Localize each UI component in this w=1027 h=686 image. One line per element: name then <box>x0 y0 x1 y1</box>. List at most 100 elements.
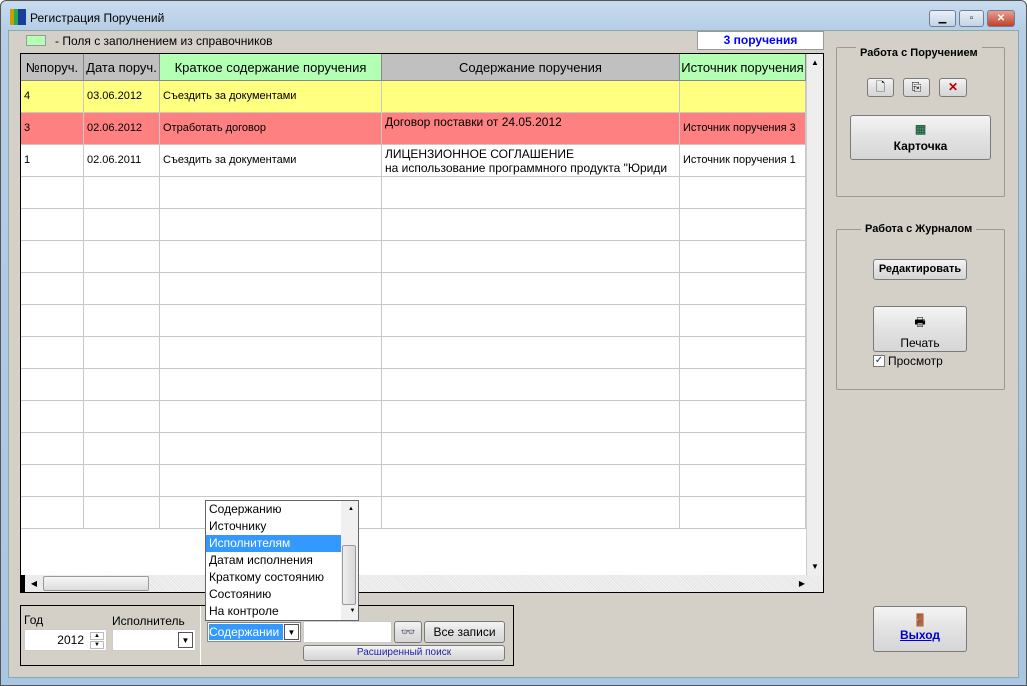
cell-source[interactable] <box>680 209 806 241</box>
cell-date[interactable] <box>84 273 160 305</box>
copy-button[interactable]: ⎘ <box>903 78 930 97</box>
vertical-scrollbar[interactable]: ▲ ▼ <box>806 54 823 575</box>
cell-content[interactable] <box>382 401 680 433</box>
cell-content[interactable]: ЛИЦЕНЗИОННОЕ СОГЛАШЕНИЕ на использование … <box>382 145 680 177</box>
search-field-combobox[interactable]: Содержании ▼ <box>207 622 301 642</box>
dropdown-option[interactable]: Датам исполнения <box>206 552 341 569</box>
cell-date[interactable] <box>84 401 160 433</box>
cell-num[interactable] <box>21 369 84 401</box>
scroll-down-icon[interactable]: ▼ <box>807 558 823 575</box>
scroll-up-icon[interactable]: ▲ <box>344 501 358 518</box>
cell-source[interactable] <box>680 497 806 529</box>
delete-button[interactable]: ✕ <box>939 78 967 97</box>
close-button[interactable]: ✕ <box>987 10 1015 27</box>
dropdown-option[interactable]: Источнику <box>206 518 341 535</box>
cell-content[interactable] <box>382 497 680 529</box>
col-header-source[interactable]: Источник поручения <box>680 54 806 81</box>
chevron-down-icon[interactable]: ▼ <box>178 632 193 648</box>
cell-date[interactable] <box>84 177 160 209</box>
advanced-search-button[interactable]: Расширенный поиск <box>303 645 505 661</box>
exit-button[interactable]: 🚪 Выход <box>873 606 967 652</box>
minimize-button[interactable]: ▁ <box>929 10 956 27</box>
cell-source[interactable] <box>680 465 806 497</box>
cell-short[interactable] <box>160 241 382 273</box>
horizontal-scroll-thumb[interactable] <box>43 576 149 591</box>
cell-date[interactable] <box>84 209 160 241</box>
new-document-button[interactable]: 🗋 <box>867 78 894 97</box>
dropdown-option[interactable]: Содержанию <box>206 501 341 518</box>
cell-short[interactable]: Съездить за документами <box>160 81 382 113</box>
cell-num[interactable] <box>21 337 84 369</box>
scroll-right-icon[interactable]: ▶ <box>795 576 809 591</box>
cell-date[interactable] <box>84 465 160 497</box>
cell-num[interactable] <box>21 209 84 241</box>
cell-date[interactable] <box>84 337 160 369</box>
cell-source[interactable] <box>680 241 806 273</box>
cell-source[interactable]: Источник поручения 1 <box>680 145 806 177</box>
cell-num[interactable]: 1 <box>21 145 84 177</box>
cell-num[interactable] <box>21 241 84 273</box>
cell-date[interactable] <box>84 433 160 465</box>
spin-up-icon[interactable]: ▲ <box>90 632 104 640</box>
cell-content[interactable] <box>382 369 680 401</box>
dropdown-option[interactable]: Состоянию <box>206 586 341 603</box>
cell-date[interactable] <box>84 305 160 337</box>
dropdown-scrollbar[interactable]: ▲ ▼ <box>341 501 358 620</box>
cell-content[interactable] <box>382 337 680 369</box>
col-header-date[interactable]: Дата поруч. <box>84 54 160 81</box>
cell-date[interactable] <box>84 497 160 529</box>
cell-short[interactable] <box>160 177 382 209</box>
dropdown-option[interactable]: Исполнителям <box>206 535 341 552</box>
cell-short[interactable] <box>160 369 382 401</box>
cell-content[interactable] <box>382 273 680 305</box>
col-header-number[interactable]: №поруч. <box>21 54 84 81</box>
scroll-left-icon[interactable]: ◀ <box>27 576 41 591</box>
search-input[interactable] <box>303 621 392 643</box>
cell-date[interactable]: 02.06.2011 <box>84 145 160 177</box>
cell-num[interactable]: 4 <box>21 81 84 113</box>
cell-content[interactable] <box>382 433 680 465</box>
maximize-button[interactable]: ▫ <box>959 10 984 27</box>
cell-content[interactable]: Договор поставки от 24.05.2012 <box>382 113 680 145</box>
executor-combobox[interactable]: ▼ <box>112 629 196 651</box>
cell-num[interactable] <box>21 465 84 497</box>
horizontal-scrollbar[interactable]: ◀ ▶ <box>21 575 823 592</box>
preview-checkbox[interactable]: ✓ <box>873 355 885 367</box>
cell-short[interactable] <box>160 433 382 465</box>
cell-content[interactable] <box>382 241 680 273</box>
cell-date[interactable] <box>84 241 160 273</box>
cell-date[interactable]: 03.06.2012 <box>84 81 160 113</box>
cell-short[interactable] <box>160 465 382 497</box>
cell-source[interactable]: Источник поручения 3 <box>680 113 806 145</box>
cell-content[interactable] <box>382 465 680 497</box>
cell-short[interactable] <box>160 401 382 433</box>
dropdown-option[interactable]: Краткому состоянию <box>206 569 341 586</box>
cell-content[interactable] <box>382 81 680 113</box>
cell-short[interactable]: Съездить за документами <box>160 145 382 177</box>
cell-source[interactable] <box>680 337 806 369</box>
cell-num[interactable] <box>21 401 84 433</box>
cell-short[interactable] <box>160 209 382 241</box>
all-records-button[interactable]: Все записи <box>424 621 505 643</box>
card-button[interactable]: ▦ Карточка <box>850 115 991 160</box>
cell-source[interactable] <box>680 369 806 401</box>
cell-short[interactable] <box>160 305 382 337</box>
chevron-down-icon[interactable]: ▼ <box>284 624 299 640</box>
year-spinner[interactable]: 2012 ▲ ▼ <box>24 629 107 651</box>
cell-source[interactable] <box>680 273 806 305</box>
cell-short[interactable] <box>160 337 382 369</box>
find-button[interactable]: 👓 <box>394 621 422 643</box>
cell-source[interactable] <box>680 401 806 433</box>
print-button[interactable]: 🖶 Печать <box>873 306 967 352</box>
cell-date[interactable]: 02.06.2012 <box>84 113 160 145</box>
spin-down-icon[interactable]: ▼ <box>90 641 104 649</box>
edit-button[interactable]: Редактировать <box>873 259 967 280</box>
scroll-up-icon[interactable]: ▲ <box>807 54 823 71</box>
cell-short[interactable]: Отработать договор <box>160 113 382 145</box>
cell-content[interactable] <box>382 177 680 209</box>
cell-num[interactable] <box>21 273 84 305</box>
cell-source[interactable] <box>680 433 806 465</box>
cell-num[interactable] <box>21 177 84 209</box>
cell-num[interactable] <box>21 497 84 529</box>
cell-source[interactable] <box>680 81 806 113</box>
